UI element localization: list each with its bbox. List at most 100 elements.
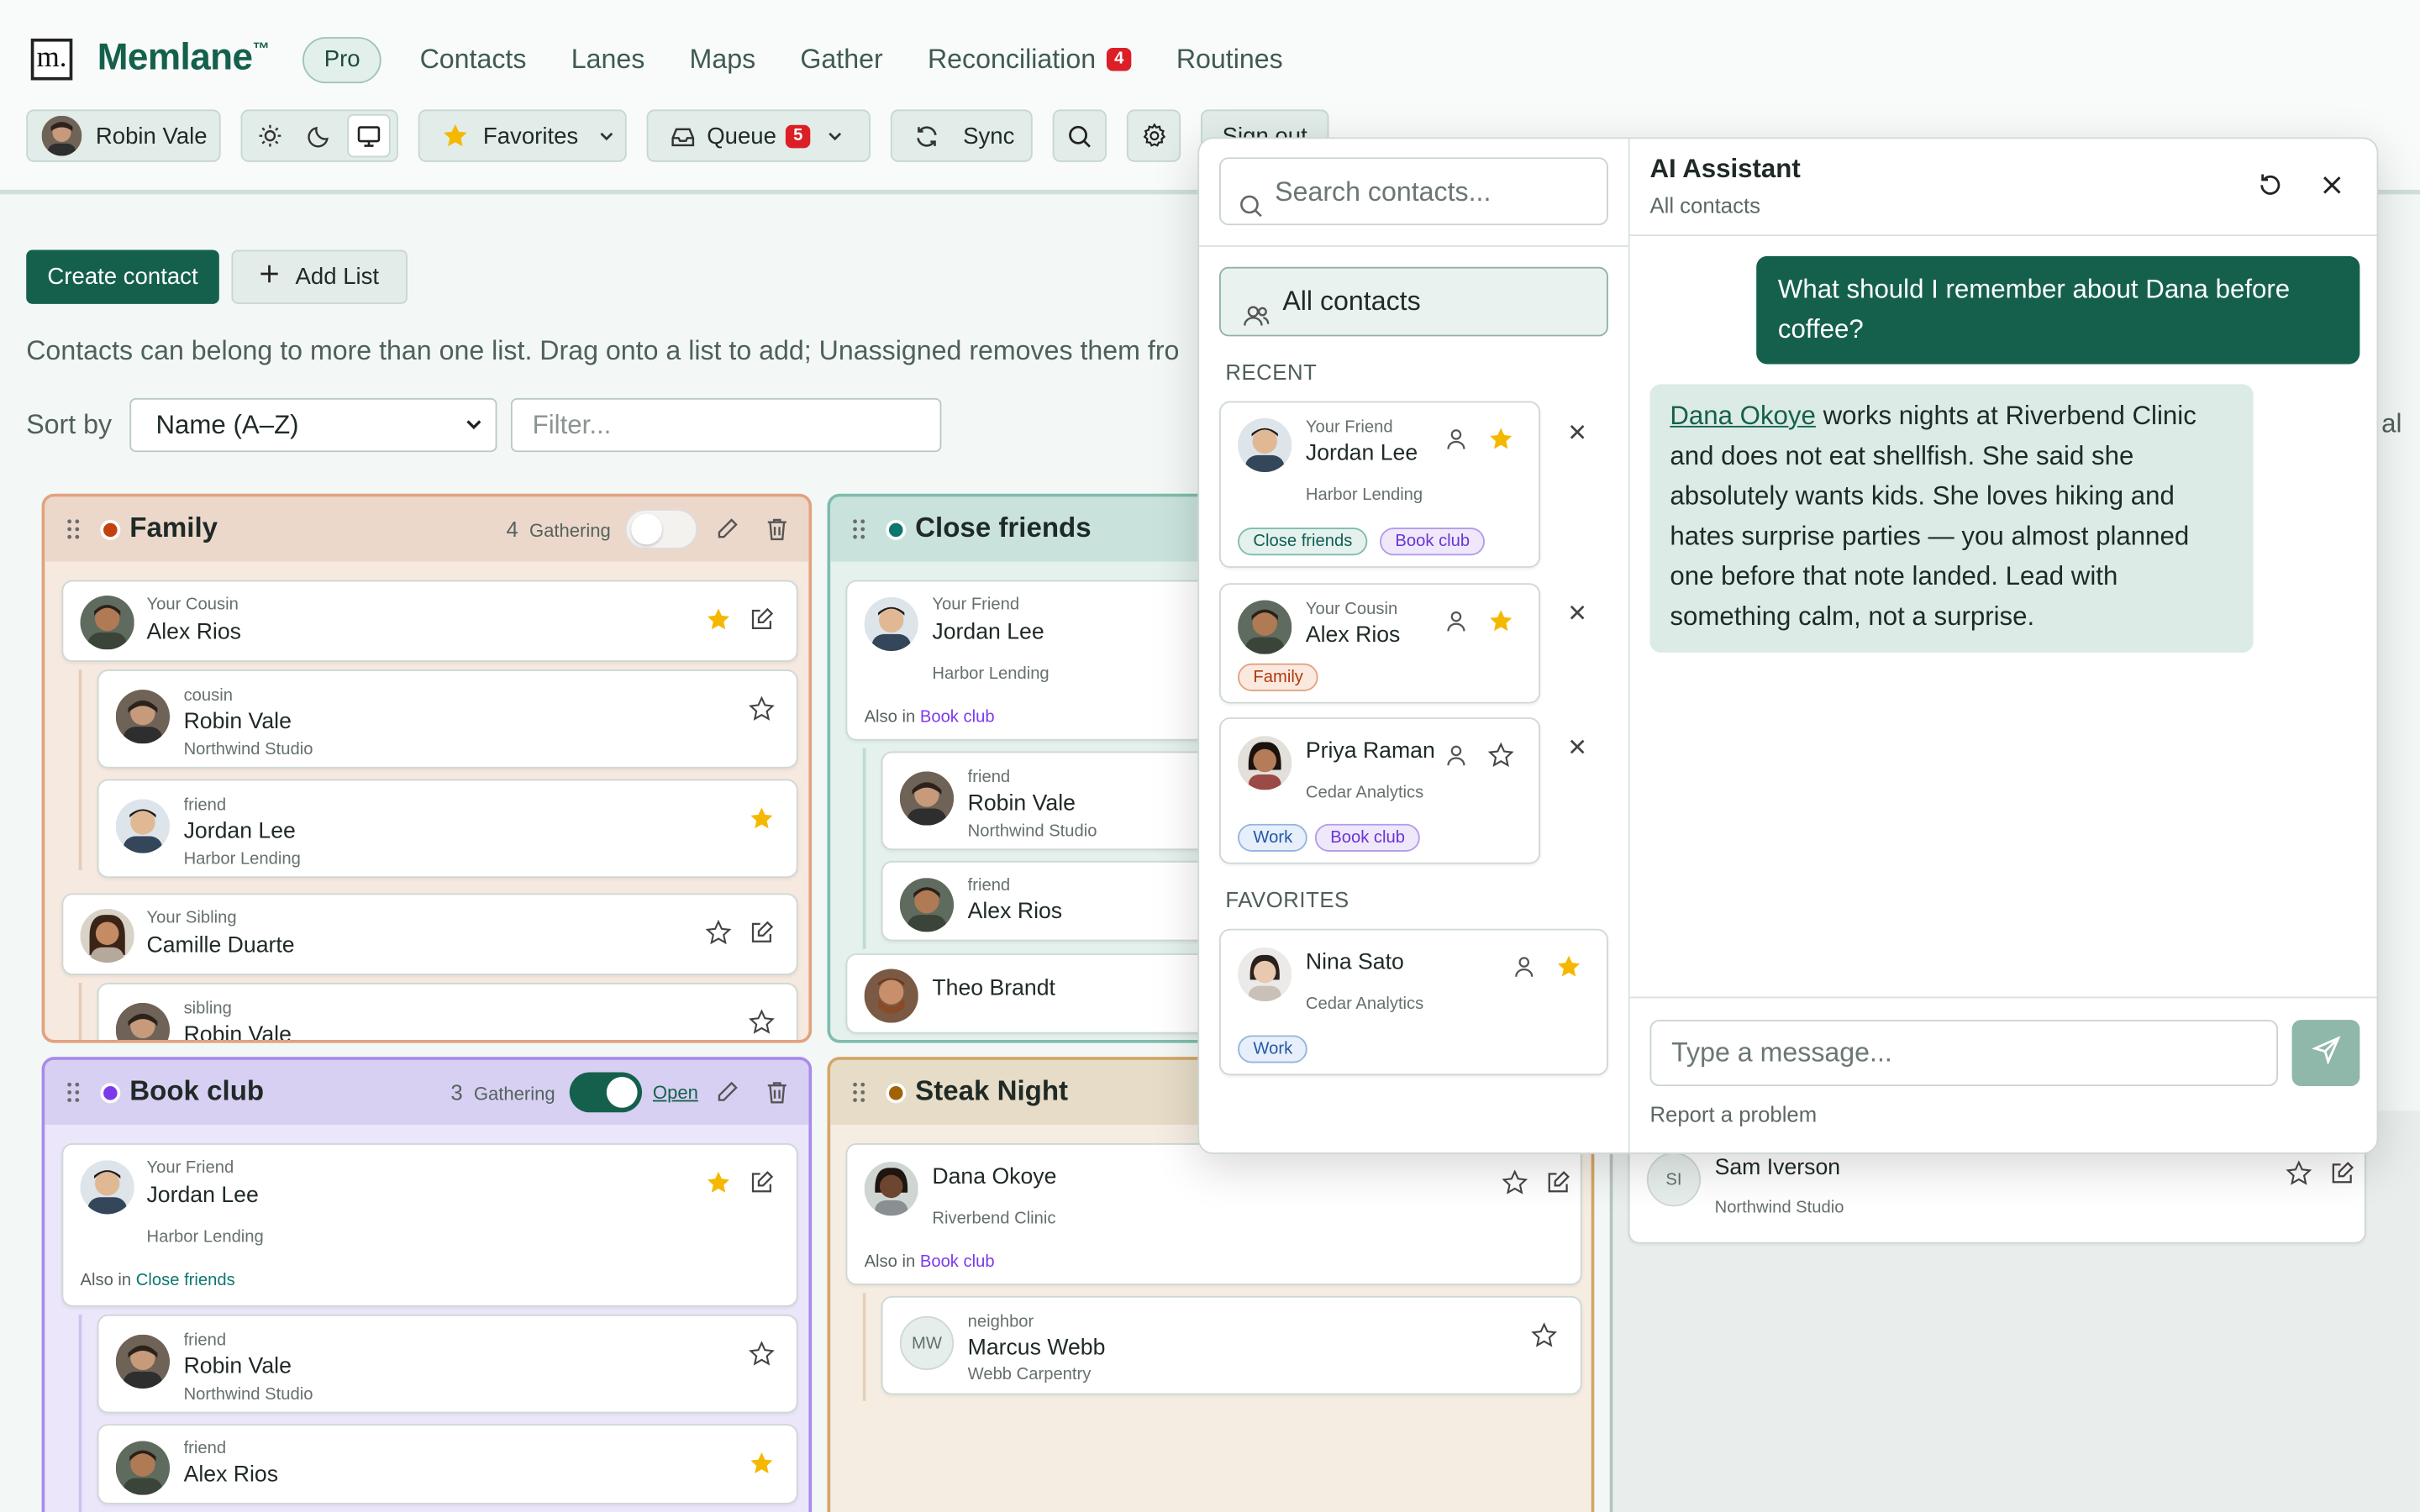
person-icon[interactable]: [1444, 743, 1470, 769]
nav-reconciliation[interactable]: Reconciliation 4: [928, 43, 1132, 76]
nav-gather[interactable]: Gather: [800, 43, 882, 76]
all-contacts-button[interactable]: All contacts: [1219, 266, 1608, 337]
contact-card[interactable]: Your Friend Jordan Lee Harbor Lending Al…: [61, 1143, 798, 1307]
message-input[interactable]: Type a message...: [1649, 1020, 2279, 1087]
contact-card[interactable]: Your Sibling Camille Duarte: [61, 893, 798, 975]
lane-count: 3: [450, 1079, 463, 1105]
star-outline-icon[interactable]: [749, 1341, 775, 1367]
star-outline-icon[interactable]: [705, 919, 732, 946]
contact-card[interactable]: Your Cousin Alex Rios: [61, 580, 798, 662]
star-outline-icon[interactable]: [1487, 742, 1514, 768]
nav-lanes[interactable]: Lanes: [571, 43, 645, 76]
contact-card[interactable]: sibling Robin Vale: [97, 982, 798, 1040]
remove-recent-icon[interactable]: [1566, 421, 1588, 443]
sync-button[interactable]: Sync: [890, 109, 1033, 162]
star-icon[interactable]: [705, 606, 731, 633]
nav-maps[interactable]: Maps: [690, 43, 756, 76]
edit-note-icon[interactable]: [749, 920, 775, 946]
person-icon[interactable]: [1444, 428, 1470, 454]
system-theme-icon[interactable]: [347, 113, 391, 158]
close-icon[interactable]: [2321, 175, 2343, 204]
nesting-line: [78, 669, 82, 870]
contact-org: Webb Carpentry: [967, 1365, 1092, 1384]
nav-routines[interactable]: Routines: [1176, 43, 1283, 76]
also-in-link[interactable]: Book club: [920, 708, 995, 727]
edit-note-icon[interactable]: [1545, 1169, 1571, 1195]
contact-card[interactable]: friend Robin Vale Northwind Studio: [97, 1314, 798, 1414]
star-icon[interactable]: [1488, 426, 1514, 452]
favorite-contact-card[interactable]: Nina Sato Cedar Analytics Work: [1219, 928, 1608, 1076]
drag-handle-icon[interactable]: [852, 1082, 866, 1104]
contact-relation: friend: [967, 876, 1011, 895]
contact-card[interactable]: MW neighbor Marcus Webb Webb Carpentry: [881, 1295, 1582, 1395]
person-icon[interactable]: [1512, 955, 1539, 981]
open-gathering-link[interactable]: Open: [653, 1082, 698, 1104]
user-menu-button[interactable]: Robin Vale: [26, 109, 221, 162]
queue-dropdown[interactable]: Queue 5: [646, 109, 871, 162]
filter-input[interactable]: Filter...: [510, 397, 942, 453]
also-in-note: Also in Close friends: [80, 1271, 235, 1290]
search-button[interactable]: [1052, 109, 1107, 162]
recent-contact-card[interactable]: Your Cousin Alex Rios Family: [1219, 583, 1541, 704]
gathering-toggle[interactable]: [624, 509, 698, 549]
recent-contact-card[interactable]: Your Friend Jordan Lee Harbor Lending Cl…: [1219, 401, 1541, 568]
contact-search-input[interactable]: Search contacts...: [1219, 157, 1608, 226]
gathering-toggle[interactable]: [569, 1072, 643, 1113]
contact-card[interactable]: Dana Okoye Riverbend Clinic Also in Book…: [845, 1143, 1582, 1285]
edit-note-icon[interactable]: [749, 1169, 775, 1195]
contact-relation: Your Cousin: [1305, 600, 1398, 619]
star-outline-icon[interactable]: [749, 696, 775, 722]
contact-org: Harbor Lending: [1305, 486, 1423, 505]
create-contact-button[interactable]: Create contact: [26, 249, 219, 304]
trash-icon[interactable]: [765, 1080, 789, 1113]
nesting-line: [862, 1293, 866, 1401]
contact-card[interactable]: friend Alex Rios: [97, 1424, 798, 1504]
contact-avatar: [80, 595, 134, 650]
contact-link[interactable]: Dana Okoye: [1670, 402, 1816, 431]
inbox-icon: [666, 120, 697, 151]
star-outline-icon[interactable]: [749, 1009, 775, 1035]
drag-handle-icon[interactable]: [66, 518, 81, 540]
edit-note-icon[interactable]: [2329, 1160, 2355, 1186]
person-icon[interactable]: [1444, 610, 1470, 636]
star-outline-icon[interactable]: [1531, 1322, 1558, 1348]
contact-relation: Your Friend: [932, 595, 1020, 615]
lane-color-dot: [886, 519, 907, 540]
reset-chat-icon[interactable]: [2256, 171, 2284, 207]
composer-divider: [1629, 996, 2377, 999]
remove-recent-icon[interactable]: [1566, 601, 1588, 623]
nav-contacts[interactable]: Contacts: [420, 43, 527, 76]
star-icon[interactable]: [749, 806, 775, 832]
contact-card[interactable]: cousin Robin Vale Northwind Studio: [97, 669, 798, 769]
dark-theme-icon[interactable]: [297, 120, 340, 151]
also-in-link[interactable]: Book club: [920, 1252, 995, 1271]
brand-name[interactable]: Memlane™: [97, 37, 270, 80]
drag-handle-icon[interactable]: [66, 1082, 81, 1104]
star-outline-icon[interactable]: [2286, 1160, 2312, 1186]
contact-card[interactable]: friend Jordan Lee Harbor Lending: [97, 779, 798, 879]
star-icon[interactable]: [749, 1451, 775, 1477]
remove-recent-icon[interactable]: [1566, 736, 1588, 758]
send-button[interactable]: [2291, 1020, 2360, 1087]
star-outline-icon[interactable]: [1502, 1169, 1528, 1195]
edit-icon[interactable]: [714, 1080, 739, 1113]
also-in-link[interactable]: Close friends: [136, 1271, 235, 1289]
star-icon[interactable]: [1555, 953, 1581, 979]
sort-select[interactable]: Name (A–Z): [129, 397, 497, 453]
logo-icon[interactable]: m.: [30, 38, 73, 81]
trash-icon[interactable]: [765, 517, 789, 549]
contact-relation: friend: [183, 1439, 227, 1458]
add-list-button[interactable]: Add List: [231, 249, 408, 304]
star-icon[interactable]: [1488, 608, 1514, 634]
edit-note-icon[interactable]: [749, 606, 775, 633]
favorites-dropdown[interactable]: Favorites: [418, 109, 627, 162]
star-icon[interactable]: [705, 1169, 731, 1195]
report-problem-link[interactable]: Report a problem: [1649, 1101, 1817, 1126]
contact-name: Alex Rios: [1305, 623, 1401, 648]
settings-button[interactable]: [1126, 109, 1181, 162]
drag-handle-icon[interactable]: [852, 518, 866, 540]
edit-icon[interactable]: [714, 517, 739, 549]
light-theme-icon[interactable]: [249, 120, 292, 151]
lane-title: Family: [129, 512, 218, 543]
recent-contact-card[interactable]: Priya Raman Cedar Analytics Work Book cl…: [1219, 717, 1541, 864]
